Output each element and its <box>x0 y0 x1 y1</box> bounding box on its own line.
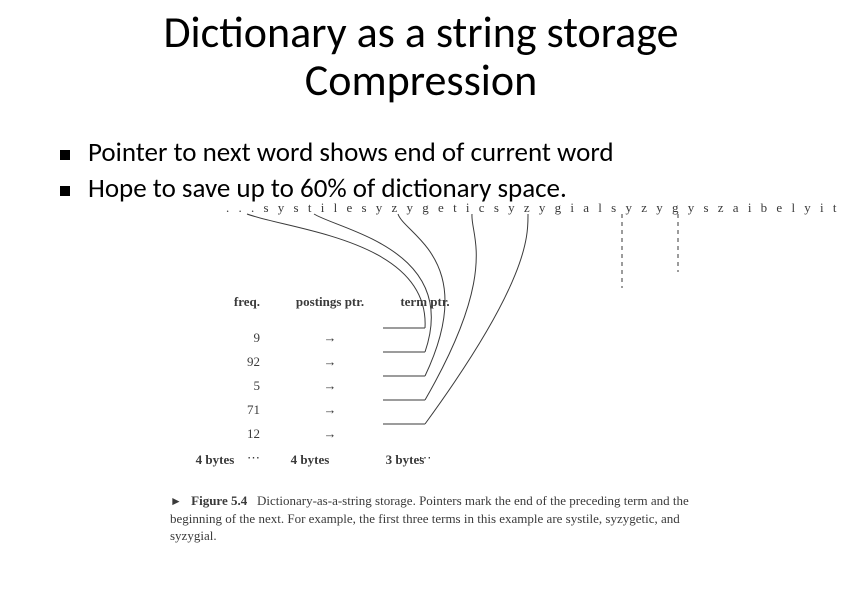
table-row: 9 → <box>170 326 470 350</box>
bullet-item: Pointer to next word shows end of curren… <box>60 136 800 170</box>
caption-marker-icon: ► <box>170 494 182 508</box>
bullet-marker-icon <box>60 186 70 196</box>
bullet-marker-icon <box>60 150 70 160</box>
table-header-row: freq. postings ptr. term ptr. <box>170 290 470 314</box>
cell-arrow: → <box>280 378 380 394</box>
cell-freq: 92 <box>170 354 280 370</box>
table-row: 5 → <box>170 374 470 398</box>
bytes-term: 3 bytes <box>360 452 450 468</box>
header-postings: postings ptr. <box>280 294 380 310</box>
table-row: 12 → <box>170 422 470 446</box>
bytes-postings: 4 bytes <box>260 452 360 468</box>
title-line-2: Compression <box>305 53 537 107</box>
table-row: 71 → <box>170 398 470 422</box>
header-freq: freq. <box>170 294 280 310</box>
cell-freq: 9 <box>170 330 280 346</box>
bullet-text: Pointer to next word shows end of curren… <box>88 136 614 170</box>
bytes-freq: 4 bytes <box>170 452 260 468</box>
bytes-row: 4 bytes 4 bytes 3 bytes <box>170 452 450 468</box>
bullet-list: Pointer to next word shows end of curren… <box>60 134 800 208</box>
slide: Dictionary as a string storage Compressi… <box>0 0 842 596</box>
cell-arrow: → <box>280 402 380 418</box>
cell-arrow: → <box>280 330 380 346</box>
figure-table: freq. postings ptr. term ptr. 9 → 92 → 5… <box>170 290 470 470</box>
figure: . . . s y s t i l e s y z y g e t i c s … <box>170 200 730 570</box>
cell-freq: 12 <box>170 426 280 442</box>
caption-label: Figure 5.4 <box>191 493 247 508</box>
cell-arrow: → <box>280 426 380 442</box>
cell-arrow: → <box>280 354 380 370</box>
cell-freq: 5 <box>170 378 280 394</box>
header-term: term ptr. <box>380 294 470 310</box>
slide-title: Dictionary as a string storage Compressi… <box>0 8 842 105</box>
caption-text: Dictionary-as-a-string storage. Pointers… <box>170 493 689 543</box>
title-line-1: Dictionary as a string storage <box>163 5 678 59</box>
table-row: 92 → <box>170 350 470 374</box>
cell-freq: 71 <box>170 402 280 418</box>
figure-caption: ► Figure 5.4 Dictionary-as-a-string stor… <box>170 492 725 545</box>
